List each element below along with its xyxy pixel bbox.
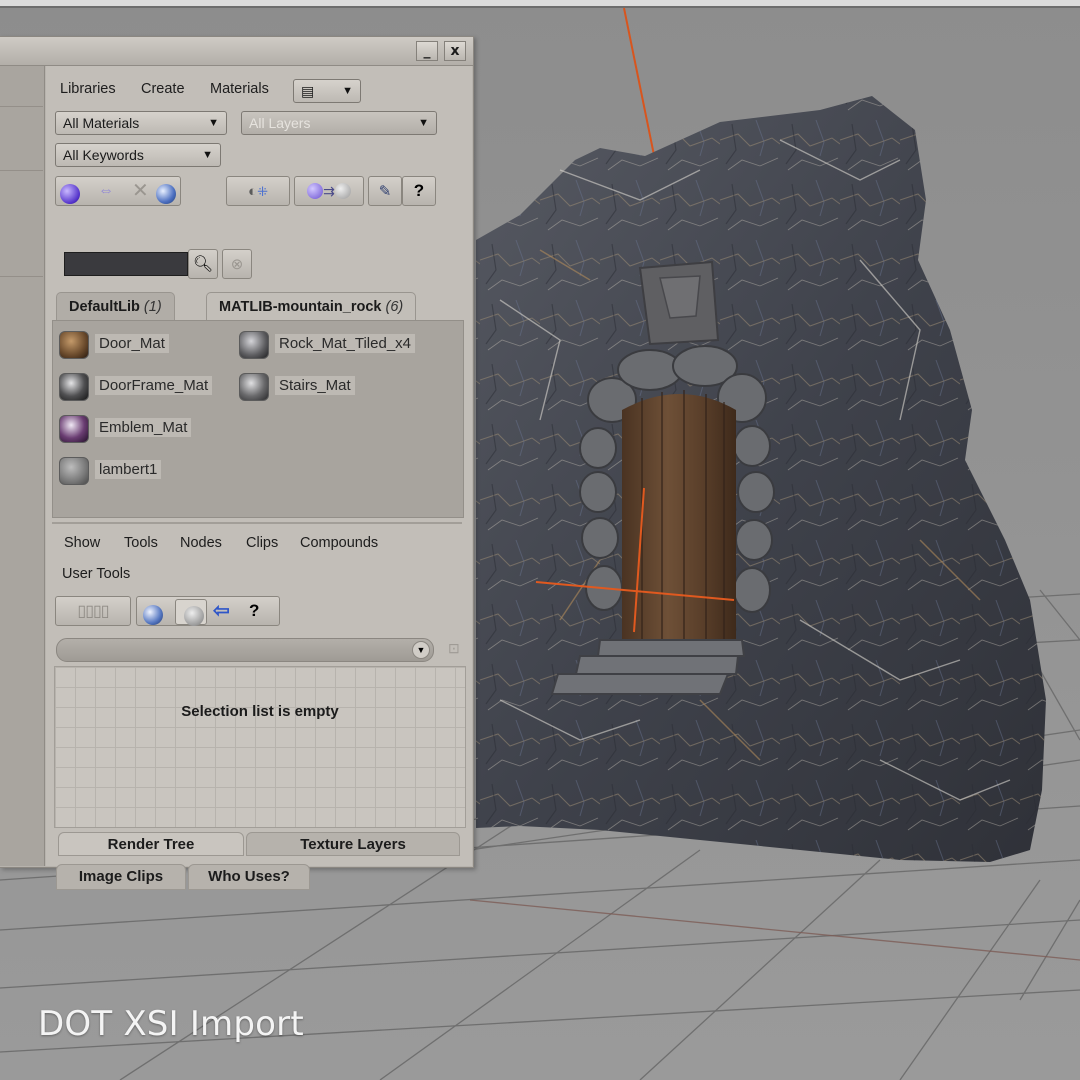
- chevron-down-icon: ▼: [202, 149, 213, 161]
- tab-label: DefaultLib: [69, 299, 140, 315]
- menu-libraries[interactable]: Libraries: [60, 81, 116, 97]
- menu-user-tools[interactable]: User Tools: [62, 566, 130, 582]
- chevron-down-icon: ▼: [342, 85, 353, 97]
- empty-selection-message: Selection list is empty: [181, 703, 339, 720]
- materials-filter-dropdown[interactable]: All Materials ▼: [55, 111, 227, 135]
- view-mode-dropdown[interactable]: ▤ ▼: [293, 79, 361, 103]
- globe-icon[interactable]: [156, 180, 176, 208]
- material-manager-panel: _ x Libraries Create Materials ▤ ▼ All M…: [0, 36, 474, 890]
- keywords-filter-value: All Keywords: [63, 147, 144, 163]
- search-input[interactable]: [64, 252, 188, 276]
- refresh-icon[interactable]: [175, 599, 207, 626]
- material-swatch: [59, 373, 89, 401]
- chevron-down-icon[interactable]: ▼: [412, 641, 430, 659]
- tab-label: MATLIB-mountain_rock: [219, 299, 382, 315]
- transfer-icon[interactable]: ⇉: [294, 176, 364, 206]
- tab-defaultlib[interactable]: DefaultLib (1): [56, 292, 175, 320]
- minimize-button[interactable]: _: [416, 41, 438, 61]
- keywords-filter-dropdown[interactable]: All Keywords ▼: [55, 143, 221, 167]
- search-icon[interactable]: 🔍︎: [188, 249, 218, 279]
- tab-matlib-mountain-rock[interactable]: MATLIB-mountain_rock (6): [206, 292, 417, 320]
- brush-icon[interactable]: ✎: [368, 176, 402, 206]
- material-name: Rock_Mat_Tiled_x4: [275, 334, 416, 353]
- menu-nodes[interactable]: Nodes: [180, 535, 222, 551]
- chevron-down-icon: ▼: [418, 117, 429, 129]
- sphere-icon[interactable]: [60, 180, 80, 208]
- help-button[interactable]: ?: [402, 176, 436, 206]
- explorer-segment[interactable]: [0, 106, 43, 171]
- clear-search-icon[interactable]: ⊗: [222, 249, 252, 279]
- material-swatch: [59, 415, 89, 443]
- material-name: lambert1: [95, 460, 162, 479]
- menu-tools[interactable]: Tools: [124, 535, 158, 551]
- material-swatch: [59, 331, 89, 359]
- material-library-area: Libraries Create Materials ▤ ▼ All Mater…: [46, 66, 472, 890]
- caption-text: DOT XSI Import: [38, 1004, 304, 1044]
- menu-compounds[interactable]: Compounds: [300, 535, 378, 551]
- link-icon[interactable]: ⇔: [98, 177, 114, 205]
- tab-image-clips[interactable]: Image Clips: [56, 864, 186, 890]
- material-name: Stairs_Mat: [275, 376, 355, 395]
- material-swatch: [239, 331, 269, 359]
- render-tree-workspace[interactable]: Selection list is empty: [54, 666, 466, 828]
- tab-render-tree[interactable]: Render Tree: [58, 832, 244, 856]
- materials-filter-value: All Materials: [63, 115, 140, 131]
- layers-filter-value: All Layers: [249, 115, 311, 131]
- section-divider: [52, 522, 462, 524]
- material-list: Door_Mat Rock_Mat_Tiled_x4 DoorFrame_Mat…: [52, 320, 464, 518]
- tab-count: (6): [385, 299, 404, 315]
- close-button[interactable]: x: [444, 41, 466, 61]
- view-layout-icon[interactable]: ▯▯▯▯: [55, 596, 131, 626]
- material-swatch: [239, 373, 269, 401]
- menu-clips[interactable]: Clips: [246, 535, 278, 551]
- layers-filter-dropdown[interactable]: All Layers ▼: [241, 111, 437, 135]
- assign-icon[interactable]: ◐⁜: [226, 176, 290, 206]
- globe-icon[interactable]: [143, 601, 163, 629]
- panel-titlebar[interactable]: _ x: [0, 37, 473, 66]
- material-name: Door_Mat: [95, 334, 169, 353]
- tab-who-uses[interactable]: Who Uses?: [188, 864, 310, 890]
- explorer-strip: [0, 66, 45, 866]
- material-swatch: [59, 457, 89, 485]
- chevron-down-icon: ▼: [208, 117, 219, 129]
- material-toolbar-group: ⇔ ✕: [55, 176, 181, 206]
- delete-icon[interactable]: ✕: [132, 177, 149, 205]
- back-arrow-icon[interactable]: ⇦: [213, 597, 230, 625]
- lock-icon[interactable]: ⊡: [448, 640, 460, 657]
- tab-texture-layers[interactable]: Texture Layers: [246, 832, 460, 856]
- material-name: DoorFrame_Mat: [95, 376, 213, 395]
- list-icon: ▤: [301, 83, 315, 99]
- menu-materials[interactable]: Materials: [210, 81, 269, 97]
- tab-count: (1): [143, 299, 162, 315]
- menu-create[interactable]: Create: [141, 81, 185, 97]
- explorer-segment[interactable]: [0, 170, 43, 277]
- render-tree-toolbar: ⇦ ?: [136, 596, 280, 626]
- menu-show[interactable]: Show: [64, 535, 100, 551]
- help-icon[interactable]: ?: [249, 597, 259, 625]
- explorer-segment[interactable]: [0, 66, 43, 107]
- material-name: Emblem_Mat: [95, 418, 192, 437]
- node-path-bar[interactable]: ▼: [56, 638, 434, 662]
